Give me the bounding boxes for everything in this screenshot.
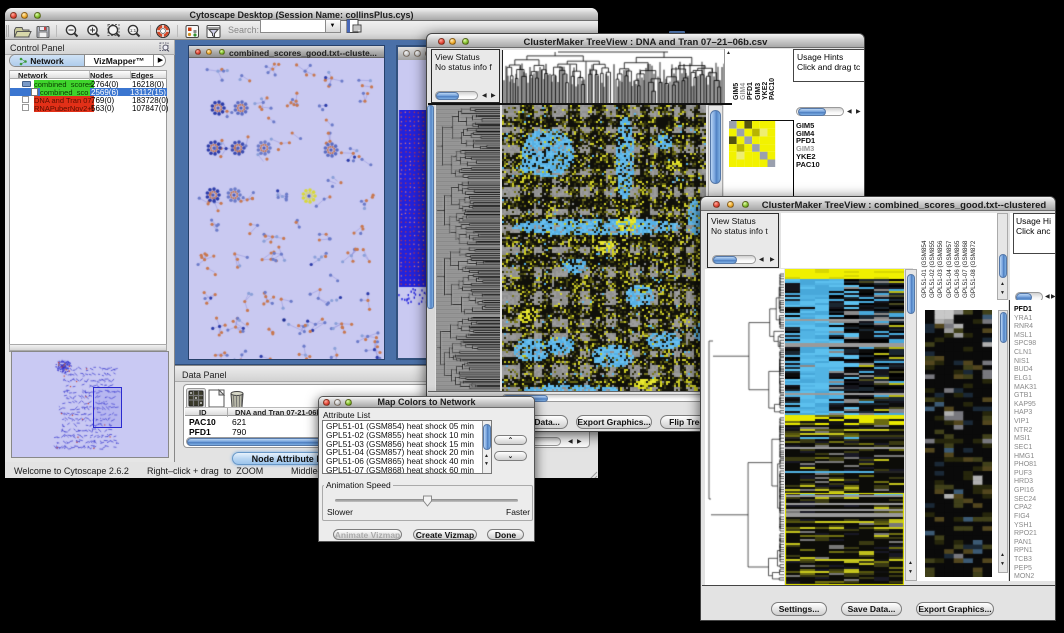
- svg-text:1:1: 1:1: [130, 28, 137, 33]
